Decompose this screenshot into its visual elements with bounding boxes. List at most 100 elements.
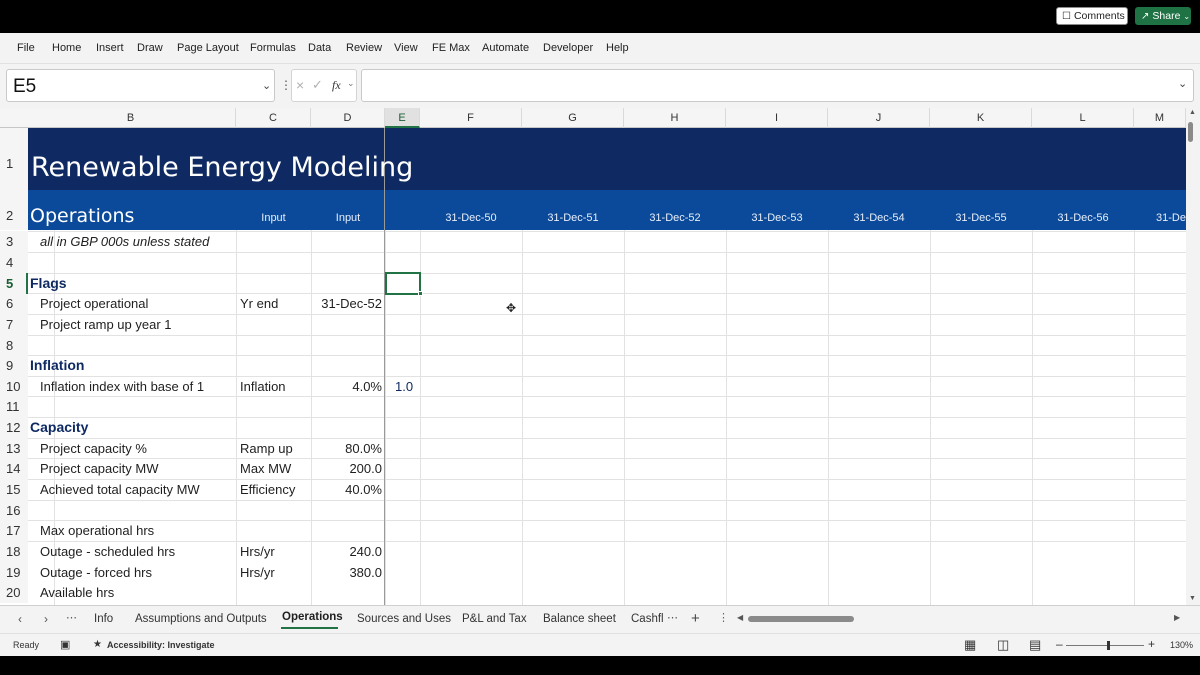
zoom-slider-thumb[interactable] — [1107, 641, 1110, 650]
zoom-slider[interactable] — [1066, 645, 1144, 646]
input-value[interactable]: 4.0% — [311, 379, 382, 394]
column-header-k[interactable]: K — [930, 108, 1032, 128]
column-header-i[interactable]: I — [726, 108, 828, 128]
row-header-19[interactable]: 19 — [0, 562, 28, 583]
menu-automate[interactable]: Automate — [482, 42, 529, 54]
more-sheets-right-icon[interactable]: ⋯ — [667, 611, 678, 624]
more-sheets-icon[interactable]: ⋯ — [66, 611, 77, 624]
row-header-15[interactable]: 15 — [0, 479, 28, 500]
row-header-5[interactable]: 5 — [0, 273, 28, 294]
input-value[interactable]: 40.0% — [311, 482, 382, 497]
vertical-scrollbar[interactable]: ▲ ▼ — [1186, 108, 1200, 605]
column-header-h[interactable]: H — [624, 108, 726, 128]
tab-p-l-and-tax[interactable]: P&L and Tax — [462, 613, 527, 625]
column-header-j[interactable]: J — [828, 108, 930, 128]
expand-formula-icon[interactable]: ⌄ — [1178, 77, 1187, 90]
row-header-16[interactable]: 16 — [0, 500, 28, 521]
input-value[interactable]: 240.0 — [311, 544, 382, 559]
selected-cell-e5[interactable] — [385, 272, 421, 295]
menu-page-layout[interactable]: Page Layout — [177, 42, 239, 54]
scroll-down-icon[interactable]: ▼ — [1189, 595, 1196, 602]
accessibility-status[interactable]: Accessibility: Investigate — [107, 640, 215, 650]
page-layout-view-icon[interactable]: ◫ — [997, 637, 1009, 653]
spreadsheet-grid[interactable]: ABCDEFGHIJKLM123456789101112131415161718… — [0, 108, 1186, 605]
row-header-10[interactable]: 10 — [0, 376, 28, 397]
input-value[interactable]: 380.0 — [311, 565, 382, 580]
column-header-d[interactable]: D — [311, 108, 385, 128]
row-header-12[interactable]: 12 — [0, 417, 28, 438]
row-header-3[interactable]: 3 — [0, 231, 28, 252]
macro-record-icon[interactable]: ▣ — [60, 638, 70, 651]
tab-assumptions-and-outputs[interactable]: Assumptions and Outputs — [135, 613, 267, 625]
row-header-9[interactable]: 9 — [0, 355, 28, 376]
row-header-13[interactable]: 13 — [0, 438, 28, 459]
tab-cashfl[interactable]: Cashfl — [631, 613, 664, 625]
name-box[interactable]: E5 ⌄ — [6, 69, 275, 102]
row-header-4[interactable]: 4 — [0, 252, 28, 273]
menu-review[interactable]: Review — [346, 42, 382, 54]
vertical-scroll-thumb[interactable] — [1188, 122, 1193, 142]
hscroll-left-icon[interactable]: ◀ — [737, 613, 743, 622]
menu-help[interactable]: Help — [606, 42, 629, 54]
row-label: Project operational — [40, 296, 149, 311]
prev-sheet-icon[interactable]: ‹ — [18, 612, 22, 626]
hscroll-right-icon[interactable]: ▶ — [1174, 613, 1180, 622]
input-value[interactable]: 200.0 — [311, 461, 382, 476]
select-all-corner[interactable] — [0, 108, 28, 128]
row-header-2[interactable]: 2 — [0, 190, 28, 230]
menu-draw[interactable]: Draw — [137, 42, 163, 54]
date-header: 31-Dec-56 — [1057, 212, 1109, 224]
column-header-f[interactable]: F — [420, 108, 522, 128]
menu-file[interactable]: File — [17, 42, 35, 54]
row-header-6[interactable]: 6 — [0, 293, 28, 314]
cancel-icon[interactable]: × — [296, 77, 304, 93]
tab-balance-sheet[interactable]: Balance sheet — [543, 613, 616, 625]
chevron-down-icon[interactable]: ⌄ — [347, 78, 355, 89]
row-header-1[interactable]: 1 — [0, 128, 28, 190]
zoom-in-button[interactable]: + — [1148, 637, 1155, 651]
menu-formulas[interactable]: Formulas — [250, 42, 296, 54]
enter-icon[interactable]: ✓ — [312, 77, 323, 93]
add-sheet-button[interactable]: + — [691, 610, 700, 627]
menu-insert[interactable]: Insert — [96, 42, 124, 54]
formula-input[interactable]: ⌄ — [361, 69, 1194, 102]
insert-function-button[interactable]: fx — [332, 78, 341, 93]
next-sheet-icon[interactable]: › — [44, 612, 48, 626]
tab-info[interactable]: Info — [94, 613, 113, 625]
row-header-11[interactable]: 11 — [0, 396, 28, 417]
tab-sources-and-uses[interactable]: Sources and Uses — [357, 613, 451, 625]
tab-operations[interactable]: Operations — [282, 611, 343, 623]
row-header-20[interactable]: 20 — [0, 582, 28, 603]
tabs-split-icon[interactable]: ⋮ — [718, 611, 729, 624]
chevron-down-icon[interactable]: ⌄ — [262, 79, 271, 92]
horizontal-scroll-thumb[interactable] — [748, 616, 854, 622]
input-value[interactable]: 31-Dec-52 — [311, 296, 382, 311]
column-header-c[interactable]: C — [236, 108, 311, 128]
share-button[interactable]: ↗ Share ⌄ — [1135, 7, 1191, 25]
menu-data[interactable]: Data — [308, 42, 331, 54]
menu-home[interactable]: Home — [52, 42, 81, 54]
row-header-8[interactable]: 8 — [0, 335, 28, 356]
menu-view[interactable]: View — [394, 42, 418, 54]
page-break-view-icon[interactable]: ▤ — [1029, 637, 1041, 653]
input-value[interactable]: 80.0% — [311, 441, 382, 456]
column-header-b[interactable]: B — [26, 108, 236, 128]
comments-button[interactable]: ☐ Comments — [1056, 7, 1128, 25]
row-header-14[interactable]: 14 — [0, 458, 28, 479]
column-header-m[interactable]: M — [1134, 108, 1186, 128]
column-header-e[interactable]: E — [385, 108, 420, 128]
scroll-up-icon[interactable]: ▲ — [1189, 109, 1196, 116]
row-header-7[interactable]: 7 — [0, 314, 28, 335]
row-header-17[interactable]: 17 — [0, 520, 28, 541]
normal-view-icon[interactable]: ▦ — [964, 637, 976, 653]
menu-developer[interactable]: Developer — [543, 42, 593, 54]
menu-fe-max[interactable]: FE Max — [432, 42, 470, 54]
zoom-out-button[interactable]: – — [1056, 637, 1063, 651]
column-header-l[interactable]: L — [1032, 108, 1134, 128]
freeze-pane-line — [384, 128, 385, 605]
zoom-level[interactable]: 130% — [1170, 640, 1193, 650]
fill-handle[interactable] — [418, 291, 423, 296]
computed-value[interactable]: 1.0 — [395, 379, 413, 394]
row-header-18[interactable]: 18 — [0, 541, 28, 562]
column-header-g[interactable]: G — [522, 108, 624, 128]
